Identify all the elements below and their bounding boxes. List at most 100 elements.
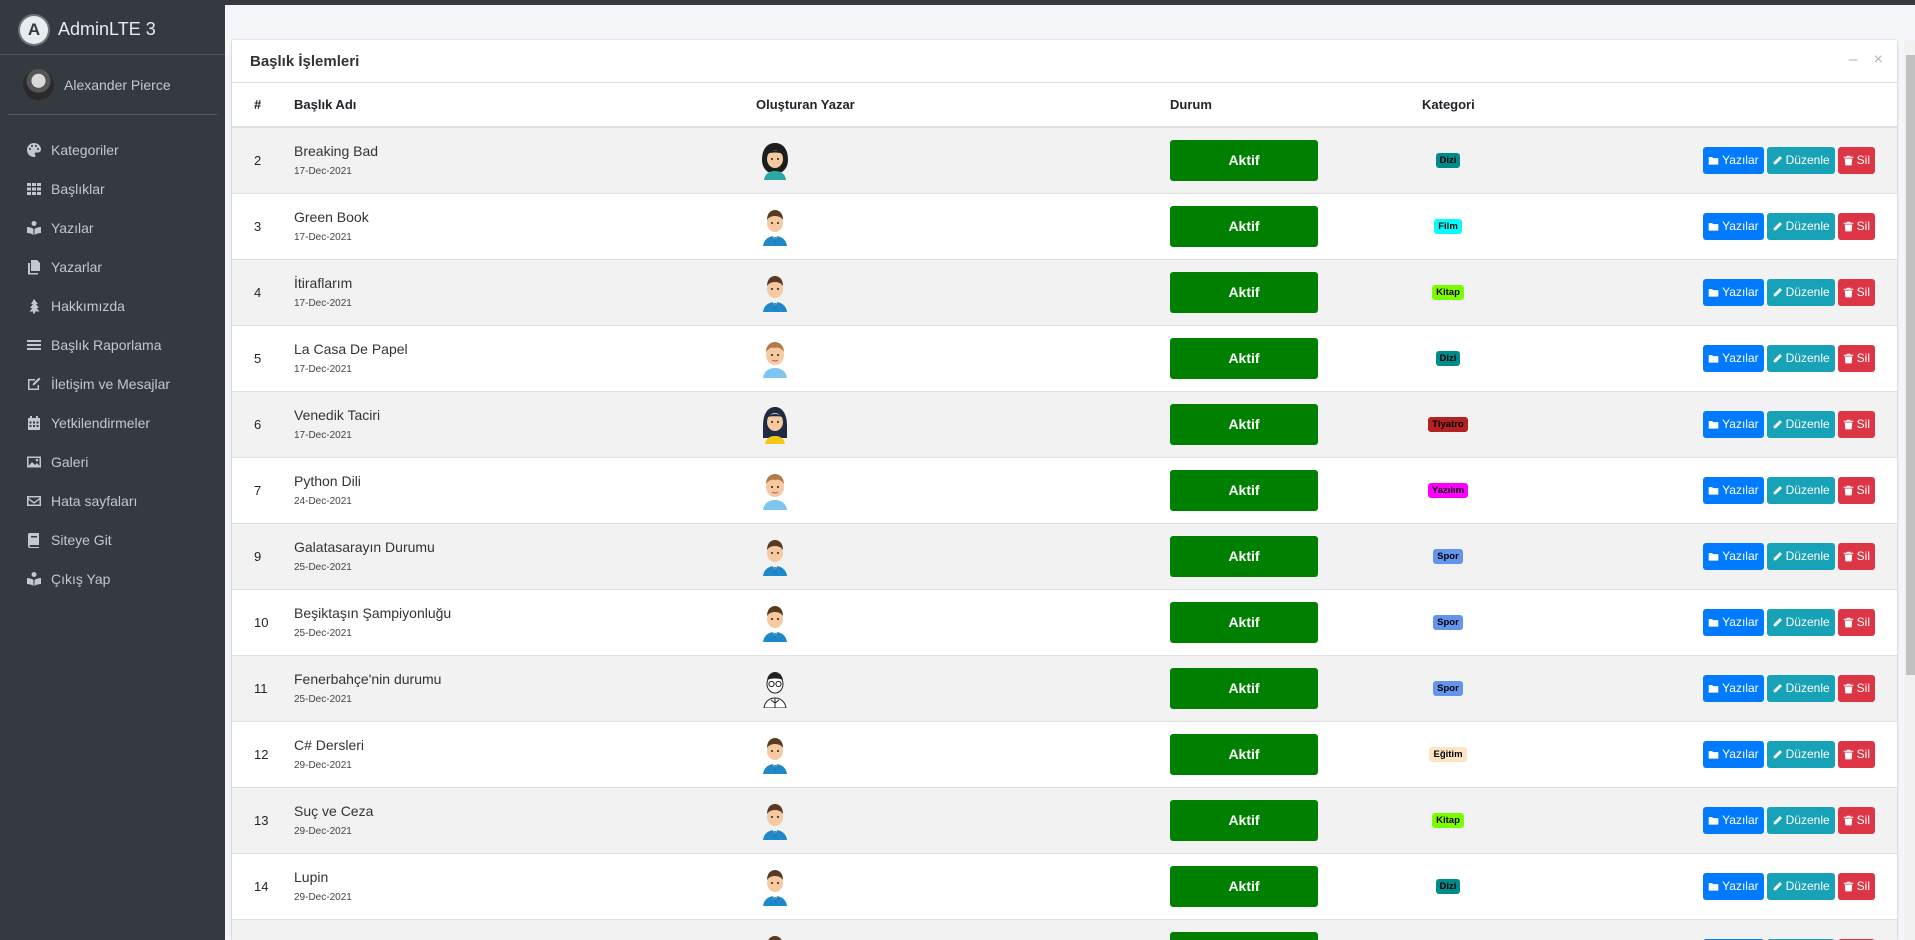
sidebar-item-7[interactable]: İletişim ve Mesajlar: [0, 364, 225, 403]
table-row: 7 Python Dili 24-Dec-2021 Aktif Yazılım Yazıl…: [232, 456, 1897, 523]
status-button[interactable]: Aktif: [1170, 205, 1318, 247]
posts-button[interactable]: Yazılar: [1703, 278, 1764, 306]
table-row: 6 Venedik Taciri 17-Dec-2021 Aktif Tiyatro Ya…: [232, 390, 1897, 457]
trash-icon: [1843, 287, 1857, 298]
woman-avatar: [758, 404, 792, 444]
status-button[interactable]: Aktif: [1170, 271, 1318, 313]
delete-button[interactable]: Sil: [1837, 344, 1875, 372]
minimize-icon[interactable]: –: [1849, 52, 1858, 68]
posts-button[interactable]: Yazılar: [1703, 740, 1764, 768]
table-row: 14 Lupin 29-Dec-2021 Aktif Dizi Yazılar Düzenl…: [232, 852, 1897, 919]
status-button[interactable]: Aktif: [1170, 337, 1318, 379]
book-reader-icon: [25, 219, 42, 236]
sidebar-item-9[interactable]: Galeri: [0, 442, 225, 481]
sidebar-item-10[interactable]: Hata sayfaları: [0, 481, 225, 520]
edit-button[interactable]: Düzenle: [1766, 476, 1835, 504]
posts-button[interactable]: Yazılar: [1703, 410, 1764, 438]
edit-button[interactable]: Düzenle: [1766, 278, 1835, 306]
edit-button[interactable]: Düzenle: [1766, 806, 1835, 834]
posts-button[interactable]: Yazılar: [1703, 608, 1764, 636]
delete-button[interactable]: Sil: [1837, 476, 1875, 504]
author-cell: [756, 588, 1170, 655]
posts-button-label: Yazılar: [1722, 549, 1759, 563]
status-button[interactable]: Aktif: [1170, 535, 1318, 577]
trash-icon: [1843, 683, 1857, 694]
status-button[interactable]: Aktif: [1170, 799, 1318, 841]
sidebar-item-1[interactable]: Kategoriler: [0, 130, 225, 169]
edit-button[interactable]: Düzenle: [1766, 410, 1835, 438]
headings-table: # Başlık Adı Oluşturan Yazar Durum Kateg…: [232, 83, 1897, 940]
status-button[interactable]: Aktif: [1170, 865, 1318, 907]
heading-name: Lupin: [294, 869, 329, 885]
status-button[interactable]: Aktif: [1170, 733, 1318, 775]
edit-button[interactable]: Düzenle: [1766, 212, 1835, 240]
col-header-category: Kategori: [1422, 83, 1652, 128]
sidebar-item-6[interactable]: Başlık Raporlama: [0, 325, 225, 364]
delete-button[interactable]: Sil: [1837, 806, 1875, 834]
table-row: 2 Breaking Bad 17-Dec-2021 Aktif Dizi Yazılar…: [232, 126, 1897, 193]
brand-link[interactable]: A AdminLTE 3: [0, 5, 225, 55]
posts-button[interactable]: Yazılar: [1703, 674, 1764, 702]
author-cell: [756, 522, 1170, 589]
posts-button[interactable]: Yazılar: [1703, 872, 1764, 900]
status-cell: Aktif: [1170, 324, 1422, 391]
sidebar-item-label: Yazarlar: [51, 258, 103, 275]
delete-button[interactable]: Sil: [1837, 410, 1875, 438]
posts-button[interactable]: Yazılar: [1703, 806, 1764, 834]
posts-button[interactable]: Yazılar: [1703, 344, 1764, 372]
delete-button[interactable]: Sil: [1837, 542, 1875, 570]
delete-button[interactable]: Sil: [1837, 872, 1875, 900]
edit-button[interactable]: Düzenle: [1766, 542, 1835, 570]
status-cell: Aktif: [1170, 258, 1422, 325]
user-panel[interactable]: Alexander Pierce: [8, 55, 217, 115]
sidebar-item-8[interactable]: Yetkilendirmeler: [0, 403, 225, 442]
folder-icon: [1708, 617, 1722, 628]
delete-button-label: Sil: [1856, 153, 1870, 168]
delete-button[interactable]: Sil: [1837, 740, 1875, 768]
posts-button-label: Yazılar: [1722, 681, 1759, 695]
edit-button[interactable]: Düzenle: [1766, 740, 1835, 768]
sidebar-item-4[interactable]: Yazarlar: [0, 247, 225, 286]
tree-icon: [25, 297, 42, 314]
delete-button[interactable]: Sil: [1837, 608, 1875, 636]
posts-button[interactable]: Yazılar: [1703, 146, 1764, 174]
sidebar-item-label: İletişim ve Mesajlar: [51, 375, 171, 392]
status-button[interactable]: Aktif: [1170, 139, 1318, 181]
edit-button[interactable]: Düzenle: [1766, 344, 1835, 372]
status-button[interactable]: Aktif: [1170, 469, 1318, 511]
edit-button[interactable]: Düzenle: [1766, 872, 1835, 900]
posts-button[interactable]: Yazılar: [1703, 476, 1764, 504]
delete-button[interactable]: Sil: [1837, 212, 1875, 240]
delete-button[interactable]: Sil: [1837, 146, 1875, 174]
edit-button[interactable]: Düzenle: [1766, 674, 1835, 702]
posts-button[interactable]: Yazılar: [1703, 542, 1764, 570]
scrollbar-thumb[interactable]: [1906, 55, 1915, 675]
trash-icon: [1843, 353, 1857, 364]
nerd-avatar: [758, 668, 792, 709]
edit-icon: [25, 375, 42, 392]
table-row: MVC Aktif YazılarDüzenleSil: [232, 918, 1897, 940]
sidebar-item-12[interactable]: Çıkış Yap: [0, 559, 225, 598]
table-header-row: # Başlık Adı Oluşturan Yazar Durum Kateg…: [232, 83, 1897, 128]
status-button[interactable]: Aktif: [1170, 667, 1318, 709]
row-id: 7: [232, 456, 294, 523]
edit-button[interactable]: Düzenle: [1766, 608, 1835, 636]
sidebar-item-11[interactable]: Siteye Git: [0, 520, 225, 559]
status-button[interactable]: Aktif: [1170, 601, 1318, 643]
sidebar-item-2[interactable]: Başlıklar: [0, 169, 225, 208]
edit-button-label: Düzenle: [1785, 615, 1830, 629]
edit-button[interactable]: Düzenle: [1766, 146, 1835, 174]
delete-button[interactable]: Sil: [1837, 278, 1875, 306]
palette-icon: [25, 141, 42, 158]
row-id: 9: [232, 522, 294, 589]
user-name[interactable]: Alexander Pierce: [64, 77, 171, 93]
delete-button[interactable]: Sil: [1837, 674, 1875, 702]
posts-button[interactable]: Yazılar: [1703, 212, 1764, 240]
sidebar-nav: Kategoriler Başlıklar Yazılar Yazarlar Hakkı…: [0, 115, 225, 598]
close-icon[interactable]: ×: [1874, 52, 1883, 68]
sidebar-item-3[interactable]: Yazılar: [0, 208, 225, 247]
status-button[interactable]: Aktif: [1170, 931, 1318, 940]
sidebar-item-5[interactable]: Hakkımızda: [0, 286, 225, 325]
status-button[interactable]: Aktif: [1170, 403, 1318, 445]
heading-name: Suç ve Ceza: [294, 803, 374, 819]
